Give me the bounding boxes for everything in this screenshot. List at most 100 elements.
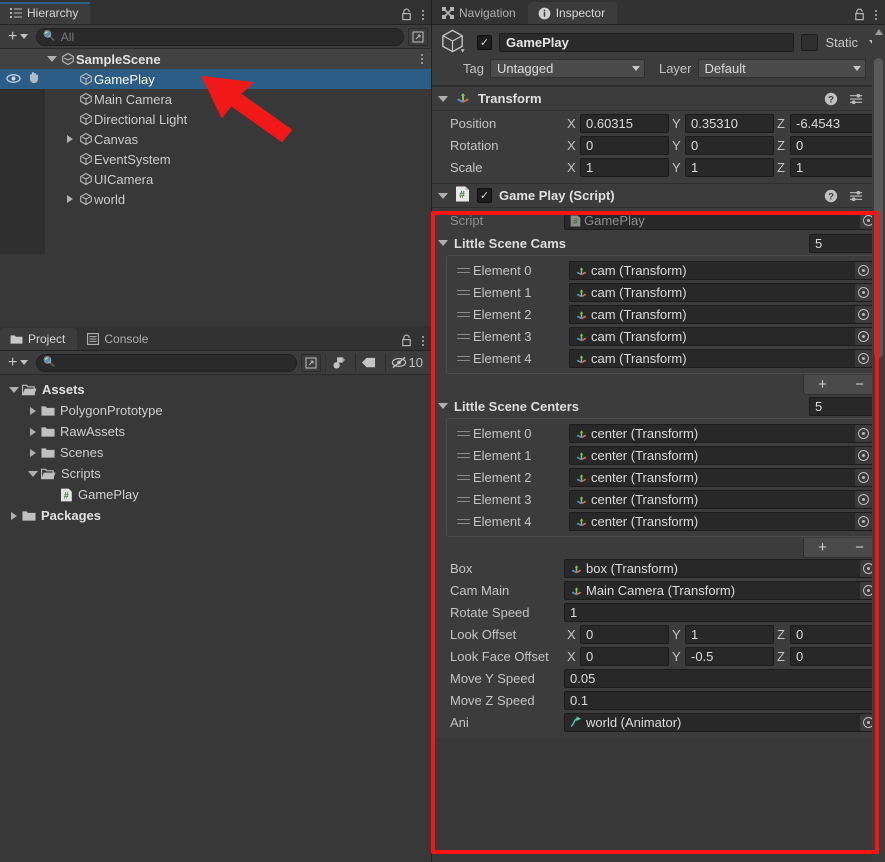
element-object-field[interactable]: center (Transform) (569, 445, 874, 465)
z-input[interactable]: -6.4543 (790, 114, 879, 133)
tab-hierarchy[interactable]: Hierarchy (0, 2, 91, 24)
y-input[interactable]: 0.35310 (685, 114, 774, 133)
object-field[interactable]: world (Animator) (564, 713, 879, 732)
element-object-field[interactable]: center (Transform) (569, 511, 874, 531)
project-menu-icon[interactable] (422, 335, 424, 346)
preset-icon[interactable] (849, 189, 864, 203)
tab-console[interactable]: Console (77, 328, 160, 350)
hierarchy-search-input[interactable]: 🔍 All (36, 27, 404, 46)
object-picker-button[interactable] (855, 349, 872, 367)
array-size-input[interactable]: 5 (809, 233, 879, 253)
object-picker-button[interactable] (855, 446, 872, 464)
hierarchy-scene-row[interactable]: SampleScene (0, 49, 432, 69)
number-input[interactable]: 0.1 (564, 691, 879, 710)
drag-handle-icon[interactable] (451, 518, 473, 524)
project-item-scenes[interactable]: Scenes (0, 442, 432, 463)
gameplay-script-component-header[interactable]: # ✓ Game Play (Script) ? (432, 183, 885, 208)
gameobject-enabled-checkbox[interactable]: ✓ (477, 34, 492, 50)
drag-handle-icon[interactable] (451, 355, 473, 361)
drag-handle-icon[interactable] (451, 452, 473, 458)
drag-handle-icon[interactable] (451, 289, 473, 295)
object-field[interactable]: Main Camera (Transform) (564, 581, 879, 600)
layer-dropdown[interactable]: Default (697, 59, 866, 78)
hierarchy-item-eventsystem[interactable]: EventSystem (0, 149, 432, 169)
scroll-up-icon[interactable] (875, 29, 883, 35)
z-input[interactable]: 1 (790, 158, 879, 177)
array-remove-button[interactable]: − (855, 377, 864, 392)
project-hidden-packages-button[interactable]: 10 (384, 353, 428, 372)
array-header[interactable]: Little Scene Cams 5 (432, 232, 885, 254)
drag-handle-icon[interactable] (451, 311, 473, 317)
transform-component-header[interactable]: Transform ? (432, 86, 885, 111)
element-object-field[interactable]: cam (Transform) (569, 282, 874, 302)
x-input[interactable]: 0.60315 (580, 114, 669, 133)
z-input[interactable]: 0 (790, 647, 879, 666)
project-item-rawassets[interactable]: RawAssets (0, 421, 432, 442)
gameplay-foldout-icon[interactable] (438, 192, 448, 199)
visibility-eye-icon[interactable] (6, 72, 21, 87)
project-foldout-icon[interactable] (6, 386, 22, 393)
item-foldout-icon[interactable] (63, 195, 77, 203)
project-foldout-icon[interactable] (6, 511, 22, 520)
project-item-polygonprototype[interactable]: PolygonPrototype (0, 400, 432, 421)
lock-icon[interactable] (400, 8, 413, 21)
pickability-hand-icon[interactable] (27, 71, 41, 87)
number-input[interactable]: 0.05 (564, 669, 879, 688)
tab-inspector[interactable]: Inspector (527, 2, 618, 24)
drag-handle-icon[interactable] (451, 496, 473, 502)
hierarchy-item-main-camera[interactable]: Main Camera (0, 89, 432, 109)
tab-project[interactable]: Project (0, 328, 78, 350)
element-object-field[interactable]: cam (Transform) (569, 304, 874, 324)
element-object-field[interactable]: center (Transform) (569, 489, 874, 509)
drag-handle-icon[interactable] (451, 474, 473, 480)
project-foldout-icon[interactable] (25, 427, 41, 436)
y-input[interactable]: -0.5 (685, 647, 774, 666)
drag-handle-icon[interactable] (451, 333, 473, 339)
x-input[interactable]: 0 (580, 647, 669, 666)
array-foldout-icon[interactable] (438, 403, 452, 409)
panel-divider[interactable] (431, 0, 432, 862)
gameplay-enabled-checkbox[interactable]: ✓ (477, 188, 492, 203)
script-object-field[interactable]: # GamePlay (564, 211, 879, 230)
project-search-expand-button[interactable] (300, 353, 321, 372)
object-picker-button[interactable] (855, 305, 872, 323)
array-add-button[interactable]: + (818, 540, 827, 555)
object-picker-button[interactable] (855, 512, 872, 530)
hierarchy-item-directional-light[interactable]: Directional Light (0, 109, 432, 129)
project-item-assets[interactable]: Assets (0, 379, 432, 400)
array-header[interactable]: Little Scene Centers 5 (432, 395, 885, 417)
x-input[interactable]: 0 (580, 136, 669, 155)
help-icon[interactable]: ? (824, 189, 838, 203)
array-add-button[interactable]: + (818, 377, 827, 392)
static-checkbox[interactable] (801, 33, 819, 51)
hierarchy-search-expand-button[interactable] (408, 27, 428, 46)
gameobject-name-input[interactable]: GamePlay (499, 32, 795, 52)
scrollbar-thumb[interactable] (874, 58, 883, 358)
element-object-field[interactable]: cam (Transform) (569, 260, 874, 280)
object-picker-button[interactable] (855, 468, 872, 486)
object-field[interactable]: box (Transform) (564, 559, 879, 578)
z-input[interactable]: 0 (790, 136, 879, 155)
visibility-toggles[interactable] (6, 69, 41, 89)
project-filter-by-type-button[interactable] (324, 353, 351, 372)
scene-foldout-icon[interactable] (45, 56, 59, 62)
element-object-field[interactable]: center (Transform) (569, 467, 874, 487)
z-input[interactable]: 0 (790, 625, 879, 644)
project-search-input[interactable]: 🔍 (36, 353, 297, 372)
array-size-input[interactable]: 5 (809, 396, 879, 416)
project-foldout-icon[interactable] (25, 406, 41, 415)
hierarchy-item-world[interactable]: world (0, 189, 432, 209)
project-add-button[interactable]: + (4, 354, 32, 372)
y-input[interactable]: 0 (685, 136, 774, 155)
tab-navigation[interactable]: Navigation (432, 2, 528, 24)
tag-dropdown[interactable]: Untagged (489, 59, 645, 78)
element-object-field[interactable]: cam (Transform) (569, 326, 874, 346)
hierarchy-menu-icon[interactable] (422, 9, 424, 20)
hierarchy-add-button[interactable]: + (4, 28, 32, 46)
project-foldout-icon[interactable] (25, 470, 41, 477)
project-item-scripts[interactable]: Scripts (0, 463, 432, 484)
preset-icon[interactable] (849, 92, 864, 106)
drag-handle-icon[interactable] (451, 430, 473, 436)
project-filter-by-label-button[interactable] (354, 353, 381, 372)
array-remove-button[interactable]: − (855, 540, 864, 555)
